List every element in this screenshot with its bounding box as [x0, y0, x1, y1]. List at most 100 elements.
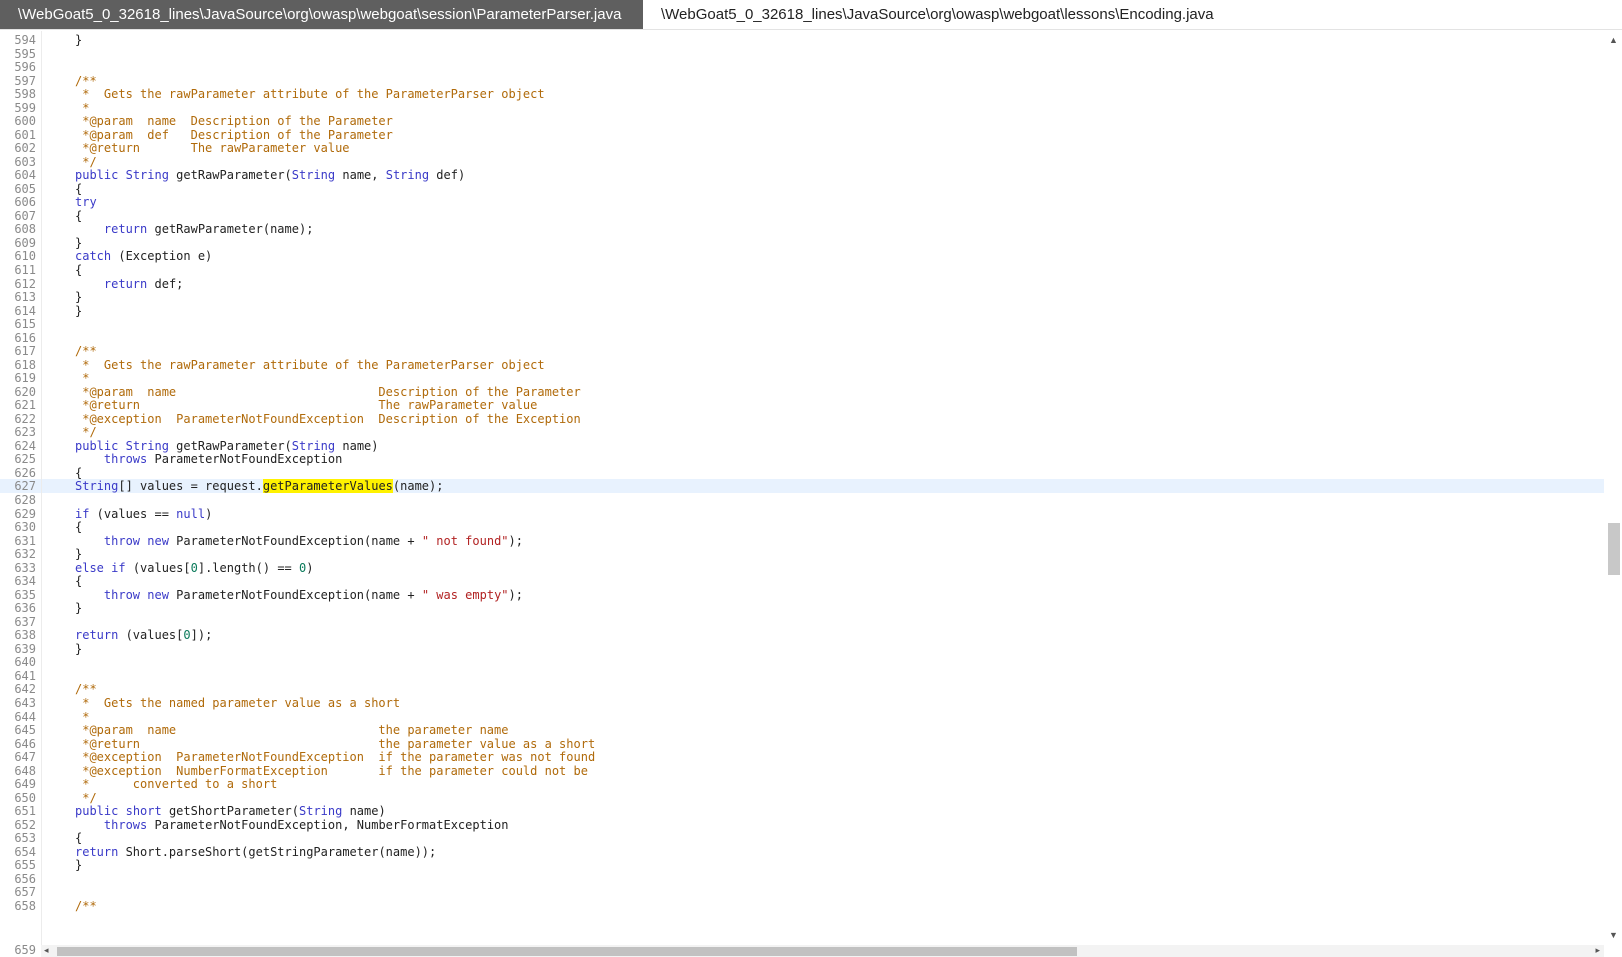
- tab-encoding[interactable]: \WebGoat5_0_32618_lines\JavaSource\org\o…: [643, 0, 1243, 29]
- code-text[interactable]: return getRawParameter(name);: [75, 222, 314, 236]
- code-line[interactable]: 614}: [0, 304, 1604, 318]
- code-text[interactable]: else if (values[0].length() == 0): [75, 561, 313, 575]
- code-text[interactable]: * Gets the rawParameter attribute of the…: [75, 87, 544, 101]
- code-line[interactable]: 652 throws ParameterNotFoundException, N…: [0, 818, 1604, 832]
- code-line[interactable]: 626 {: [0, 466, 1604, 480]
- code-line[interactable]: 616: [0, 331, 1604, 345]
- code-line[interactable]: 656: [0, 872, 1604, 886]
- code-line[interactable]: 601 *@param def Description of the Param…: [0, 128, 1604, 142]
- code-line[interactable]: 631 throw new ParameterNotFoundException…: [0, 534, 1604, 548]
- code-line[interactable]: 597 /**: [0, 74, 1604, 88]
- code-text[interactable]: throws ParameterNotFoundException: [75, 452, 342, 466]
- code-line[interactable]: 627 String[] values = request.getParamete…: [0, 479, 1604, 494]
- code-text[interactable]: throw new ParameterNotFoundException(nam…: [75, 588, 523, 602]
- code-text[interactable]: */: [75, 425, 96, 439]
- code-text[interactable]: String[] values = request.getParameterVa…: [75, 479, 443, 494]
- code-line[interactable]: 658 /**: [0, 899, 1604, 913]
- code-line[interactable]: 628: [0, 493, 1604, 507]
- code-line[interactable]: 636}: [0, 601, 1604, 615]
- scroll-up-icon[interactable]: ▲: [1609, 36, 1618, 45]
- code-line[interactable]: 640: [0, 655, 1604, 669]
- code-line[interactable]: 641: [0, 669, 1604, 683]
- code-line[interactable]: 632}: [0, 547, 1604, 561]
- code-text[interactable]: {: [75, 263, 82, 277]
- code-line[interactable]: 623 */: [0, 425, 1604, 439]
- code-text[interactable]: *@param name Description of the Paramete…: [75, 385, 581, 399]
- code-line[interactable]: 599 *: [0, 101, 1604, 115]
- code-text[interactable]: *@exception ParameterNotFoundException D…: [75, 412, 581, 426]
- code-line[interactable]: 609}: [0, 236, 1604, 250]
- scroll-right-icon[interactable]: ▸: [1595, 946, 1600, 955]
- code-text[interactable]: *@exception NumberFormatException if the…: [75, 764, 588, 778]
- code-text[interactable]: {: [75, 209, 82, 223]
- code-line[interactable]: 620 *@param name Description of the Para…: [0, 385, 1604, 399]
- code-text[interactable]: catch (Exception e): [75, 249, 212, 263]
- code-line[interactable]: 646 *@return the parameter value as a sh…: [0, 737, 1604, 751]
- code-text[interactable]: throw new ParameterNotFoundException(nam…: [75, 534, 523, 548]
- code-line[interactable]: 643 * Gets the named parameter value as …: [0, 696, 1604, 710]
- code-text[interactable]: public String getRawParameter(String nam…: [75, 168, 465, 182]
- code-line[interactable]: 612 return def;: [0, 277, 1604, 291]
- code-text[interactable]: throws ParameterNotFoundException, Numbe…: [75, 818, 509, 832]
- code-line[interactable]: 649 * converted to a short: [0, 777, 1604, 791]
- code-line[interactable]: 642 /**: [0, 682, 1604, 696]
- code-line[interactable]: 621 *@return The rawParameter value: [0, 398, 1604, 412]
- code-text[interactable]: {: [75, 831, 82, 845]
- code-line[interactable]: 607 {: [0, 209, 1604, 223]
- code-line[interactable]: 635 throw new ParameterNotFoundException…: [0, 588, 1604, 602]
- code-line[interactable]: 645 *@param name the parameter name: [0, 723, 1604, 737]
- code-line[interactable]: 613}: [0, 290, 1604, 304]
- code-line[interactable]: 624 public String getRawParameter(String …: [0, 439, 1604, 453]
- code-text[interactable]: }: [75, 601, 82, 615]
- code-line[interactable]: 651 public short getShortParameter(String…: [0, 804, 1604, 818]
- code-line[interactable]: 608 return getRawParameter(name);: [0, 222, 1604, 236]
- code-text[interactable]: *@return the parameter value as a short: [75, 737, 595, 751]
- code-text[interactable]: if (values == null): [75, 507, 212, 521]
- code-line[interactable]: 600 *@param name Description of the Para…: [0, 114, 1604, 128]
- code-text[interactable]: return Short.parseShort(getStringParamet…: [75, 845, 436, 859]
- code-line[interactable]: 622 *@exception ParameterNotFoundExcepti…: [0, 412, 1604, 426]
- code-text[interactable]: *: [75, 710, 89, 724]
- code-line[interactable]: 602 *@return The rawParameter value: [0, 141, 1604, 155]
- code-text[interactable]: public String getRawParameter(String nam…: [75, 439, 379, 453]
- code-line[interactable]: 629 if (values == null): [0, 507, 1604, 521]
- code-text[interactable]: */: [75, 791, 96, 805]
- code-text[interactable]: return (values[0]);: [75, 628, 212, 642]
- code-text[interactable]: */: [75, 155, 96, 169]
- code-text[interactable]: * converted to a short: [75, 777, 277, 791]
- code-text[interactable]: }: [75, 290, 82, 304]
- vertical-scroll-thumb[interactable]: [1608, 523, 1620, 575]
- code-line[interactable]: 655}: [0, 858, 1604, 872]
- code-line[interactable]: 638 return (values[0]);: [0, 628, 1604, 642]
- code-line[interactable]: 605 {: [0, 182, 1604, 196]
- scroll-down-icon[interactable]: ▼: [1609, 931, 1618, 940]
- code-line[interactable]: 648 *@exception NumberFormatException if…: [0, 764, 1604, 778]
- code-text[interactable]: /**: [75, 899, 97, 913]
- code-text[interactable]: }: [75, 236, 82, 250]
- code-line[interactable]: 604 public String getRawParameter(String …: [0, 168, 1604, 182]
- code-line[interactable]: 598 * Gets the rawParameter attribute of…: [0, 87, 1604, 101]
- code-line[interactable]: 630 {: [0, 520, 1604, 534]
- code-text[interactable]: try: [75, 195, 97, 209]
- code-text[interactable]: *@param name Description of the Paramete…: [75, 114, 393, 128]
- code-text[interactable]: *@param name the parameter name: [75, 723, 508, 737]
- code-text[interactable]: public short getShortParameter(String na…: [75, 804, 386, 818]
- code-text[interactable]: *@param def Description of the Parameter: [75, 128, 393, 142]
- code-line[interactable]: 595: [0, 47, 1604, 61]
- horizontal-scrollbar[interactable]: ◂ ▸: [41, 945, 1604, 957]
- code-line[interactable]: 610 catch (Exception e): [0, 249, 1604, 263]
- code-line[interactable]: 603 */: [0, 155, 1604, 169]
- vertical-scrollbar[interactable]: ▲ ▼: [1604, 31, 1622, 946]
- code-line[interactable]: 615: [0, 317, 1604, 331]
- code-line[interactable]: 654 return Short.parseShort(getStringPara…: [0, 845, 1604, 859]
- code-text[interactable]: *@return The rawParameter value: [75, 141, 349, 155]
- code-text[interactable]: {: [75, 520, 82, 534]
- code-line[interactable]: 619 *: [0, 371, 1604, 385]
- code-line[interactable]: 594}: [0, 33, 1604, 47]
- code-text[interactable]: {: [75, 574, 82, 588]
- code-line[interactable]: 611 {: [0, 263, 1604, 277]
- code-text[interactable]: *: [75, 101, 89, 115]
- code-line[interactable]: 650 */: [0, 791, 1604, 805]
- code-text[interactable]: }: [75, 547, 82, 561]
- code-line[interactable]: 606 try: [0, 195, 1604, 209]
